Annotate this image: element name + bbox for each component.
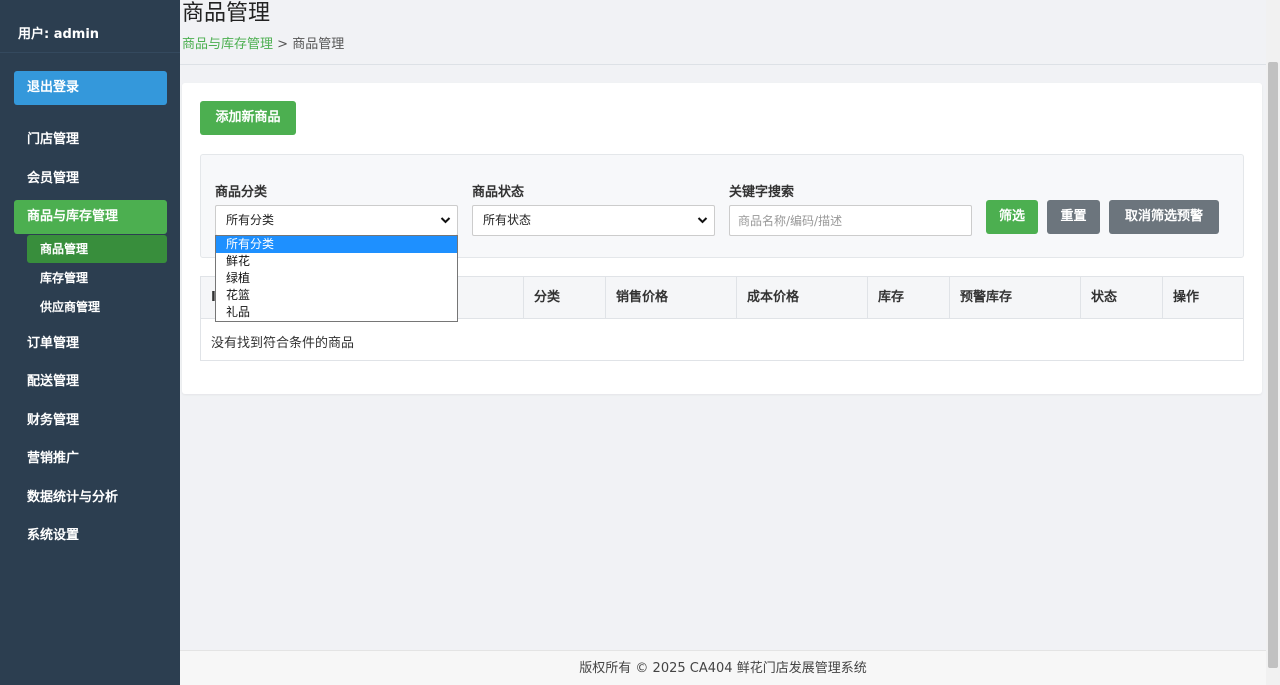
category-select-value: 所有分类 xyxy=(226,213,275,227)
category-filter-label: 商品分类 xyxy=(215,185,268,200)
cancel-alert-filter-button[interactable]: 取消筛选预警 xyxy=(1109,200,1219,234)
dropdown-option-all-categories[interactable]: 所有分类 xyxy=(216,236,457,253)
logout-button[interactable]: 退出登录 xyxy=(14,71,167,105)
dropdown-option-green-plants[interactable]: 绿植 xyxy=(216,270,457,287)
status-select[interactable]: 所有状态 xyxy=(472,205,715,236)
sidebar-subitem-inventory[interactable]: 库存管理 xyxy=(27,264,167,292)
status-select-value: 所有状态 xyxy=(483,213,532,227)
breadcrumb: 商品与库存管理 > 商品管理 xyxy=(182,37,344,53)
sidebar-item-products-inventory[interactable]: 商品与库存管理 xyxy=(14,200,167,234)
column-header-category: 分类 xyxy=(523,277,605,319)
sidebar-item-marketing[interactable]: 营销推广 xyxy=(14,442,167,476)
filter-button[interactable]: 筛选 xyxy=(986,200,1038,234)
column-header-actions: 操作 xyxy=(1162,277,1243,319)
sidebar-item-finance[interactable]: 财务管理 xyxy=(14,404,167,438)
page-scrollbar[interactable] xyxy=(1266,0,1280,685)
sidebar-item-stores[interactable]: 门店管理 xyxy=(14,123,167,157)
sidebar-item-delivery[interactable]: 配送管理 xyxy=(14,365,167,399)
column-header-stock: 库存 xyxy=(867,277,949,319)
table-empty-message: 没有找到符合条件的商品 xyxy=(211,336,355,351)
sidebar-subitem-products[interactable]: 商品管理 xyxy=(27,235,167,263)
header-divider xyxy=(180,64,1266,65)
category-dropdown-list: 所有分类 鲜花 绿植 花篮 礼品 xyxy=(215,235,458,322)
sidebar-item-settings[interactable]: 系统设置 xyxy=(14,519,167,553)
dropdown-option-fresh-flowers[interactable]: 鲜花 xyxy=(216,253,457,270)
sidebar-item-members[interactable]: 会员管理 xyxy=(14,162,167,196)
page-title: 商品管理 xyxy=(182,1,271,26)
chevron-down-icon xyxy=(697,206,708,247)
sidebar-item-statistics[interactable]: 数据统计与分析 xyxy=(14,481,167,515)
current-user: 用户: admin xyxy=(0,0,180,53)
dropdown-option-gifts[interactable]: 礼品 xyxy=(216,304,457,321)
column-header-alert-stock: 预警库存 xyxy=(949,277,1080,319)
sidebar-subitem-suppliers[interactable]: 供应商管理 xyxy=(27,293,167,321)
breadcrumb-separator: > xyxy=(277,37,289,52)
category-select[interactable]: 所有分类 xyxy=(215,205,458,236)
keyword-search-input[interactable] xyxy=(729,205,972,236)
keyword-search-label: 关键字搜索 xyxy=(729,185,795,200)
footer: 版权所有 © 2025 CA404 鲜花门店发展管理系统 xyxy=(180,650,1266,685)
dropdown-option-flower-baskets[interactable]: 花篮 xyxy=(216,287,457,304)
breadcrumb-current: 商品管理 xyxy=(292,37,345,52)
column-header-sale-price: 销售价格 xyxy=(605,277,736,319)
column-header-status: 状态 xyxy=(1080,277,1162,319)
sidebar-item-orders[interactable]: 订单管理 xyxy=(14,327,167,361)
scrollbar-thumb[interactable] xyxy=(1268,62,1278,668)
breadcrumb-link-products-inventory[interactable]: 商品与库存管理 xyxy=(182,37,273,52)
reset-button[interactable]: 重置 xyxy=(1047,200,1100,234)
column-header-cost-price: 成本价格 xyxy=(736,277,867,319)
add-product-button[interactable]: 添加新商品 xyxy=(200,101,296,135)
status-filter-label: 商品状态 xyxy=(472,185,525,200)
